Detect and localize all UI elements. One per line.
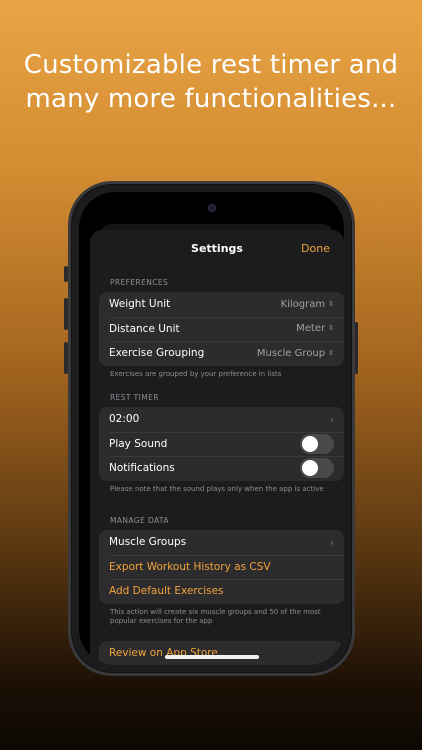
done-button[interactable]: Done bbox=[301, 242, 330, 255]
phone-screen: Settings Done PREFERENCES Weight Unit Ki… bbox=[79, 192, 344, 665]
exercise-grouping-value: Muscle Group bbox=[256, 347, 326, 359]
notifications-label: Notifications bbox=[109, 462, 175, 475]
phone-frame: Settings Done PREFERENCES Weight Unit Ki… bbox=[68, 181, 355, 676]
headline: Customizable rest timer and many more fu… bbox=[0, 48, 422, 116]
chevron-right-icon: › bbox=[329, 535, 334, 549]
chevron-up-down-icon: ⇳ bbox=[328, 324, 334, 333]
weight-unit-row[interactable]: Weight Unit Kilogram ⇳ bbox=[99, 292, 344, 317]
headline-line-1: Customizable rest timer and bbox=[23, 50, 399, 80]
export-csv-row[interactable]: Export Workout History as CSV bbox=[99, 554, 344, 580]
export-csv-button: Export Workout History as CSV bbox=[109, 560, 271, 573]
manage-data-group: Muscle Groups › Export Workout History a… bbox=[99, 530, 344, 604]
rest-duration-value: 02:00 bbox=[109, 413, 140, 426]
exercise-grouping-label: Exercise Grouping bbox=[109, 347, 205, 360]
settings-sheet: Settings Done PREFERENCES Weight Unit Ki… bbox=[90, 230, 344, 665]
preferences-header: PREFERENCES bbox=[110, 278, 169, 287]
rest-timer-group: 02:00 › Play Sound Notifications bbox=[99, 407, 344, 481]
distance-unit-value: Meter bbox=[296, 323, 326, 335]
weight-unit-value: Kilogram bbox=[280, 298, 326, 310]
play-sound-toggle[interactable] bbox=[300, 433, 334, 454]
manage-data-header: MANAGE DATA bbox=[110, 516, 169, 525]
review-group: Review on App Store bbox=[99, 641, 344, 665]
chevron-up-down-icon: ⇳ bbox=[328, 299, 334, 308]
chevron-right-icon: › bbox=[329, 412, 334, 426]
chevron-up-down-icon: ⇳ bbox=[328, 348, 334, 357]
play-sound-row: Play Sound bbox=[99, 431, 344, 457]
notifications-toggle[interactable] bbox=[300, 458, 334, 479]
rest-timer-footnote: Please note that the sound plays only wh… bbox=[110, 485, 324, 493]
muscle-groups-label: Muscle Groups bbox=[109, 536, 187, 549]
distance-unit-row[interactable]: Distance Unit Meter ⇳ bbox=[99, 316, 344, 342]
rest-timer-header: REST TIMER bbox=[110, 393, 159, 402]
notifications-row: Notifications bbox=[99, 456, 344, 481]
preferences-footnote: Exercises are grouped by your preference… bbox=[110, 370, 282, 378]
preferences-group: Weight Unit Kilogram ⇳ Distance Unit Met… bbox=[99, 292, 344, 366]
rest-duration-row[interactable]: 02:00 › bbox=[99, 407, 344, 432]
toggle-knob bbox=[302, 435, 318, 452]
nav-bar: Settings Done bbox=[90, 230, 344, 266]
toggle-knob bbox=[302, 460, 318, 477]
review-row[interactable]: Review on App Store bbox=[99, 641, 344, 665]
muscle-groups-row[interactable]: Muscle Groups › bbox=[99, 530, 344, 555]
exercise-grouping-row[interactable]: Exercise Grouping Muscle Group ⇳ bbox=[99, 341, 344, 366]
add-default-exercises-button: Add Default Exercises bbox=[109, 585, 224, 598]
headline-line-2: many more functionalities... bbox=[25, 84, 397, 114]
play-sound-label: Play Sound bbox=[109, 437, 168, 450]
weight-unit-label: Weight Unit bbox=[109, 298, 171, 311]
distance-unit-label: Distance Unit bbox=[109, 322, 180, 335]
front-camera bbox=[207, 204, 216, 212]
add-default-exercises-row[interactable]: Add Default Exercises bbox=[99, 579, 344, 604]
manage-data-footnote: This action will create six muscle group… bbox=[110, 608, 321, 625]
home-indicator bbox=[164, 655, 259, 659]
